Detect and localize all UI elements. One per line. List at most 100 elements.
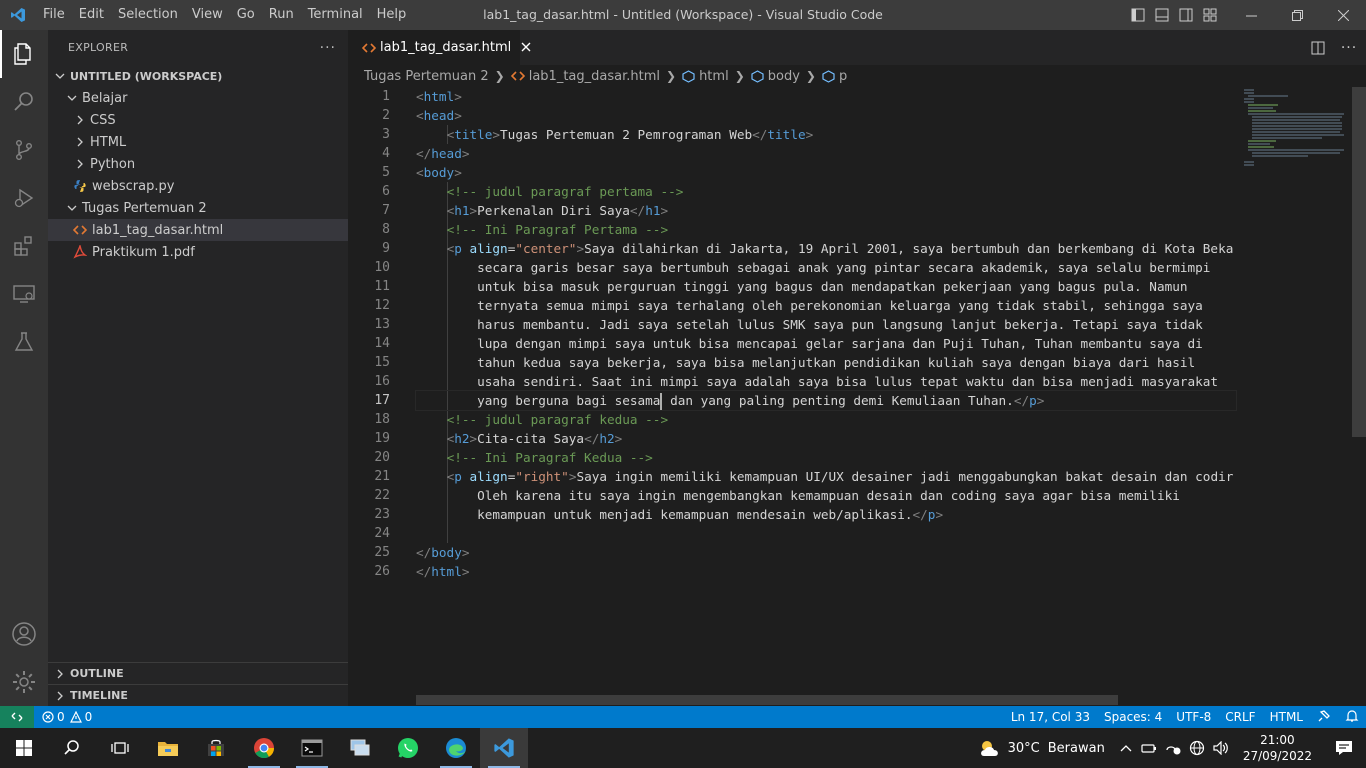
restore-button[interactable] [1274, 0, 1320, 30]
encoding[interactable]: UTF-8 [1169, 710, 1218, 724]
indentation[interactable]: Spaces: 4 [1097, 710, 1169, 724]
close-tab-icon[interactable] [521, 40, 531, 56]
tree-item-lab1-tag-dasar[interactable]: lab1_tag_dasar.html [48, 219, 348, 241]
weather-widget[interactable]: 30°C Berawan [978, 738, 1105, 758]
line-number: 19 [374, 431, 390, 446]
code-editor[interactable]: 1 2 3 4 5 6 7 8 9 10 11 12 13 14 15 16 1… [348, 87, 1366, 706]
split-editor-icon[interactable] [1304, 41, 1332, 55]
python-file-icon [72, 179, 88, 193]
menu-terminal[interactable]: Terminal [301, 0, 370, 30]
tree-item-python[interactable]: Python [48, 153, 348, 175]
close-window-button[interactable] [1320, 0, 1366, 30]
language-mode[interactable]: HTML [1263, 710, 1310, 724]
vscode-taskbar-icon[interactable] [480, 728, 528, 768]
file-explorer-icon[interactable] [144, 728, 192, 768]
tree-item-html[interactable]: HTML [48, 131, 348, 153]
edge-icon[interactable] [432, 728, 480, 768]
code-line: usaha sendiri. Saat ini mimpi saya adala… [477, 374, 1219, 389]
menu-file[interactable]: File [36, 0, 72, 30]
pdf-file-icon [72, 245, 88, 259]
code-line: lupa dengan mimpi saya untuk bisa mencap… [477, 336, 1203, 351]
horizontal-scrollbar[interactable] [416, 695, 1118, 705]
code-line: </head> [416, 146, 470, 161]
code-line: Oleh karena itu saya ingin mengembangkan… [477, 488, 1180, 503]
breadcrumb-html[interactable]: html [699, 69, 729, 84]
tree-item-label: webscrap.py [92, 178, 175, 194]
chevron-up-icon[interactable] [1115, 744, 1137, 752]
end-of-line[interactable]: CRLF [1218, 710, 1262, 724]
volume-icon[interactable] [1209, 741, 1233, 755]
line-number: 10 [374, 260, 390, 275]
run-debug-icon[interactable] [0, 174, 48, 222]
toggle-primary-sidebar-icon[interactable] [1126, 0, 1150, 30]
notifications-bell-icon[interactable] [1338, 709, 1366, 726]
menu-view[interactable]: View [185, 0, 230, 30]
code-content[interactable]: <html> <head> <title>Tugas Pertemuan 2 P… [415, 87, 1237, 581]
toggle-secondary-sidebar-icon[interactable] [1174, 0, 1198, 30]
customize-layout-icon[interactable] [1198, 0, 1222, 30]
line-number-current: 17 [374, 393, 390, 408]
testing-flask-icon[interactable] [0, 318, 48, 366]
weather-temperature: 30°C [1007, 740, 1040, 756]
source-control-icon[interactable] [0, 126, 48, 174]
feedback-icon[interactable] [1310, 709, 1338, 726]
explorer-icon[interactable] [0, 30, 48, 78]
globe-icon[interactable] [1185, 740, 1209, 756]
device-icon[interactable] [1137, 742, 1161, 754]
chrome-icon[interactable] [240, 728, 288, 768]
timeline-section[interactable]: TIMELINE [48, 684, 348, 706]
microsoft-store-icon[interactable] [192, 728, 240, 768]
extensions-icon[interactable] [0, 222, 48, 270]
explorer-more-actions-button[interactable]: ··· [320, 40, 336, 56]
code-line: <p align="right">Saya ingin memiliki kem… [446, 469, 1234, 484]
tree-item-css[interactable]: CSS [48, 109, 348, 131]
menu-help[interactable]: Help [370, 0, 414, 30]
menu-run[interactable]: Run [262, 0, 301, 30]
menu-selection[interactable]: Selection [111, 0, 185, 30]
terminal-icon[interactable] [288, 728, 336, 768]
remote-indicator-icon[interactable] [0, 706, 34, 728]
tree-item-praktikum-pdf[interactable]: Praktikum 1.pdf [48, 241, 348, 263]
tree-item-tugas-pertemuan-2[interactable]: Tugas Pertemuan 2 [48, 197, 348, 219]
line-number: 5 [382, 165, 390, 180]
minimap[interactable] [1236, 87, 1354, 706]
chevron-right-icon [72, 137, 88, 147]
menu-bar: File Edit Selection View Go Run Terminal… [36, 0, 413, 30]
remote-desktop-icon[interactable] [336, 728, 384, 768]
tree-item-belajar[interactable]: Belajar [48, 87, 348, 109]
accounts-icon[interactable] [0, 610, 48, 658]
more-actions-icon[interactable]: ··· [1332, 40, 1366, 56]
taskbar-search-icon[interactable] [48, 728, 96, 768]
search-icon[interactable] [0, 78, 48, 126]
menu-edit[interactable]: Edit [72, 0, 111, 30]
breadcrumb-file[interactable]: lab1_tag_dasar.html [529, 69, 660, 84]
error-count[interactable]: 0 [57, 710, 65, 724]
breadcrumb-folder[interactable]: Tugas Pertemuan 2 [364, 69, 489, 84]
warning-count[interactable]: 0 [85, 710, 93, 724]
weather-description: Berawan [1047, 740, 1105, 756]
chevron-right-icon [72, 115, 88, 125]
network-icon[interactable] [1161, 741, 1185, 755]
line-number: 23 [374, 507, 390, 522]
breadcrumb-body[interactable]: body [768, 69, 800, 84]
tab-lab1-tag-dasar[interactable]: lab1_tag_dasar.html [348, 30, 531, 65]
manage-gear-icon[interactable] [0, 658, 48, 706]
taskbar-clock[interactable]: 21:00 27/09/2022 [1243, 732, 1312, 764]
cursor-position[interactable]: Ln 17, Col 33 [1004, 710, 1097, 724]
tree-item-webscrap[interactable]: webscrap.py [48, 175, 348, 197]
notification-center-icon[interactable] [1322, 740, 1366, 756]
toggle-panel-icon[interactable] [1150, 0, 1174, 30]
vertical-scrollbar[interactable] [1352, 87, 1366, 437]
workspace-root[interactable]: UNTITLED (WORKSPACE) [48, 65, 348, 87]
line-number: 15 [374, 355, 390, 370]
vscode-logo-icon[interactable] [0, 0, 36, 30]
menu-go[interactable]: Go [230, 0, 262, 30]
task-view-icon[interactable] [96, 728, 144, 768]
error-icon [42, 711, 54, 723]
minimize-button[interactable] [1228, 0, 1274, 30]
whatsapp-icon[interactable] [384, 728, 432, 768]
breadcrumb-p[interactable]: p [839, 69, 847, 84]
outline-section[interactable]: OUTLINE [48, 662, 348, 684]
remote-explorer-icon[interactable] [0, 270, 48, 318]
windows-start-icon[interactable] [0, 728, 48, 768]
